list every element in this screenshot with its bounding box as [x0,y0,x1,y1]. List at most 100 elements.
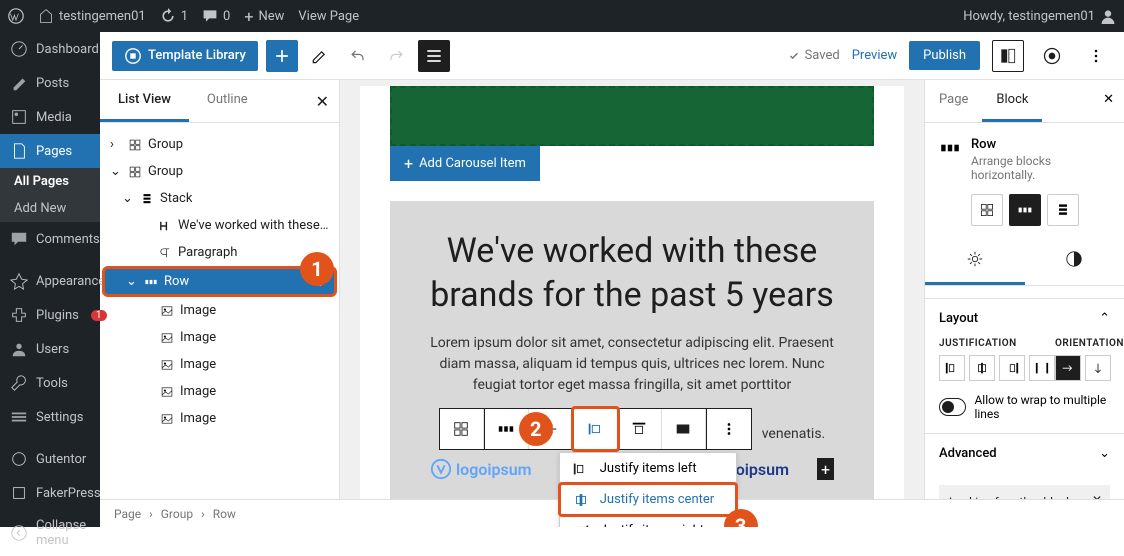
justify-dropdown: Justify items left Justify items center … [559,452,737,527]
toolbar-options-button[interactable] [707,409,751,449]
justify-right-option[interactable]: Justify items right [560,515,736,527]
editor-canvas: +Add Carousel Item We've worked with the… [340,80,924,527]
toolbar-align-button[interactable] [618,409,662,449]
breadcrumb-group[interactable]: Group [161,507,193,521]
row-block-icon [939,137,961,159]
menu-dashboard[interactable]: Dashboard [0,32,100,66]
variation-row-button[interactable] [1009,194,1041,226]
view-page-link[interactable]: View Page [298,9,359,24]
paragraph-tail: venenatis. [762,426,826,442]
tree-image-4[interactable]: Image [100,378,339,405]
tab-page[interactable]: Page [925,80,982,122]
justify-center-option[interactable]: Justify items center [560,484,736,515]
wrap-toggle[interactable] [939,398,966,416]
inspector-tab-settings[interactable] [925,240,1025,285]
menu-fakerpress[interactable]: FakerPress [0,476,100,510]
menu-comments[interactable]: Comments [0,222,100,256]
menu-settings[interactable]: Settings [0,400,100,434]
preview-button[interactable]: Preview [852,48,897,63]
content-heading[interactable]: We've worked with these brands for the p… [430,229,834,317]
block-toolbar [439,408,752,450]
publish-button[interactable]: Publish [909,41,980,70]
options-menu-button[interactable] [1080,40,1112,72]
gutentor-icon-button[interactable] [1036,40,1068,72]
tree-image-3[interactable]: Image [100,351,339,378]
wp-logo[interactable] [8,8,24,24]
updates-link[interactable]: 1 [160,8,188,24]
new-link[interactable]: +New [244,7,284,26]
tree-image-2[interactable]: Image [100,324,339,351]
close-settings-button[interactable]: ✕ [1103,92,1114,107]
tab-block[interactable]: Block [982,80,1042,122]
listview-panel: List View Outline ✕ ›Group ⌄Group ⌄Stack… [100,80,340,527]
menu-pages[interactable]: Pages [0,134,100,168]
justification-label: JUSTIFICATION [939,338,1055,349]
breadcrumb-row[interactable]: Row [213,507,236,521]
tree-group-1[interactable]: ›Group [100,131,339,158]
callout-2: 2 [519,412,553,446]
saved-indicator: Saved [787,48,840,63]
orientation-horizontal-button[interactable] [1055,355,1081,381]
submenu-add-new[interactable]: Add New [0,195,100,222]
tree-group-2[interactable]: ⌄Group [100,158,339,185]
wrap-label: Allow to wrap to multiple lines [974,393,1110,421]
chevron-down-icon: ⌄ [1099,446,1110,461]
menu-users[interactable]: Users [0,332,100,366]
menu-media[interactable]: Media [0,100,100,134]
inspector-tab-styles[interactable] [1025,240,1124,285]
advanced-panel-toggle[interactable]: Advanced⌄ [939,446,1110,461]
orientation-vertical-button[interactable] [1085,355,1111,381]
menu-gutentor[interactable]: Gutentor [0,442,100,476]
add-block-button[interactable] [266,40,298,72]
callout-1: 1 [300,252,334,286]
tree-image-5[interactable]: Image [100,405,339,432]
justify-center-button[interactable] [969,355,995,381]
wp-admin-bar: testingemen01 1 0 +New View Page Howdy, … [0,0,1124,32]
site-name[interactable]: testingemen01 [38,8,146,24]
menu-collapse[interactable]: Collapse menu [0,510,100,556]
toolbar-parent-button[interactable] [440,409,484,449]
menu-appearance[interactable]: Appearance [0,264,100,298]
redo-button[interactable] [380,40,412,72]
block-description: Arrange blocks horizontally. [971,154,1110,182]
tree-heading[interactable]: We've worked with these brand... [100,212,339,239]
template-library-button[interactable]: Template Library [112,41,258,71]
submenu-all-pages[interactable]: All Pages [0,168,100,195]
tab-list-view[interactable]: List View [100,80,189,122]
tab-outline[interactable]: Outline [189,80,266,122]
tree-image-1[interactable]: Image [100,297,339,324]
editor-header: Template Library Saved Preview Publish [100,32,1124,80]
breadcrumb-page[interactable]: Page [114,507,141,521]
justify-left-option[interactable]: Justify items left [560,453,736,484]
chevron-up-icon: ⌃ [1099,311,1110,326]
undo-button[interactable] [342,40,374,72]
justify-right-button[interactable] [999,355,1025,381]
add-carousel-item-button[interactable]: +Add Carousel Item [390,146,540,181]
settings-sidebar: Page Block ✕ Row Arrange blocks horizont… [924,80,1124,527]
comments-link[interactable]: 0 [202,8,230,24]
menu-posts[interactable]: Posts [0,66,100,100]
settings-toggle-button[interactable] [992,40,1024,72]
toolbar-justify-button[interactable] [574,409,618,449]
menu-tools[interactable]: Tools [0,366,100,400]
edit-tool-button[interactable] [304,40,336,72]
add-logo-button[interactable]: + [817,458,834,480]
content-paragraph[interactable]: Lorem ipsum dolor sit amet, consectetur … [430,333,834,396]
logo-1: logoipsum [430,458,532,480]
annotation-highlight-2 [571,406,620,452]
orientation-label: ORIENTATION [1055,338,1124,349]
variation-stack-button[interactable] [1047,194,1079,226]
menu-plugins[interactable]: Plugins1 [0,298,100,332]
listview-toggle-button[interactable] [418,40,450,72]
toolbar-width-button[interactable] [662,409,706,449]
variation-group-button[interactable] [971,194,1003,226]
howdy-user[interactable]: Howdy, testingemen01 [963,8,1116,24]
close-listview-button[interactable]: ✕ [316,92,329,111]
layout-panel-toggle[interactable]: Layout⌃ [939,311,1110,326]
justify-between-button[interactable] [1029,355,1055,381]
block-name: Row [971,137,1110,152]
wp-admin-menu: Dashboard Posts Media Pages All Pages Ad… [0,32,100,527]
tree-stack[interactable]: ⌄Stack [100,185,339,212]
justify-left-button[interactable] [939,355,965,381]
content-block: We've worked with these brands for the p… [390,201,874,500]
